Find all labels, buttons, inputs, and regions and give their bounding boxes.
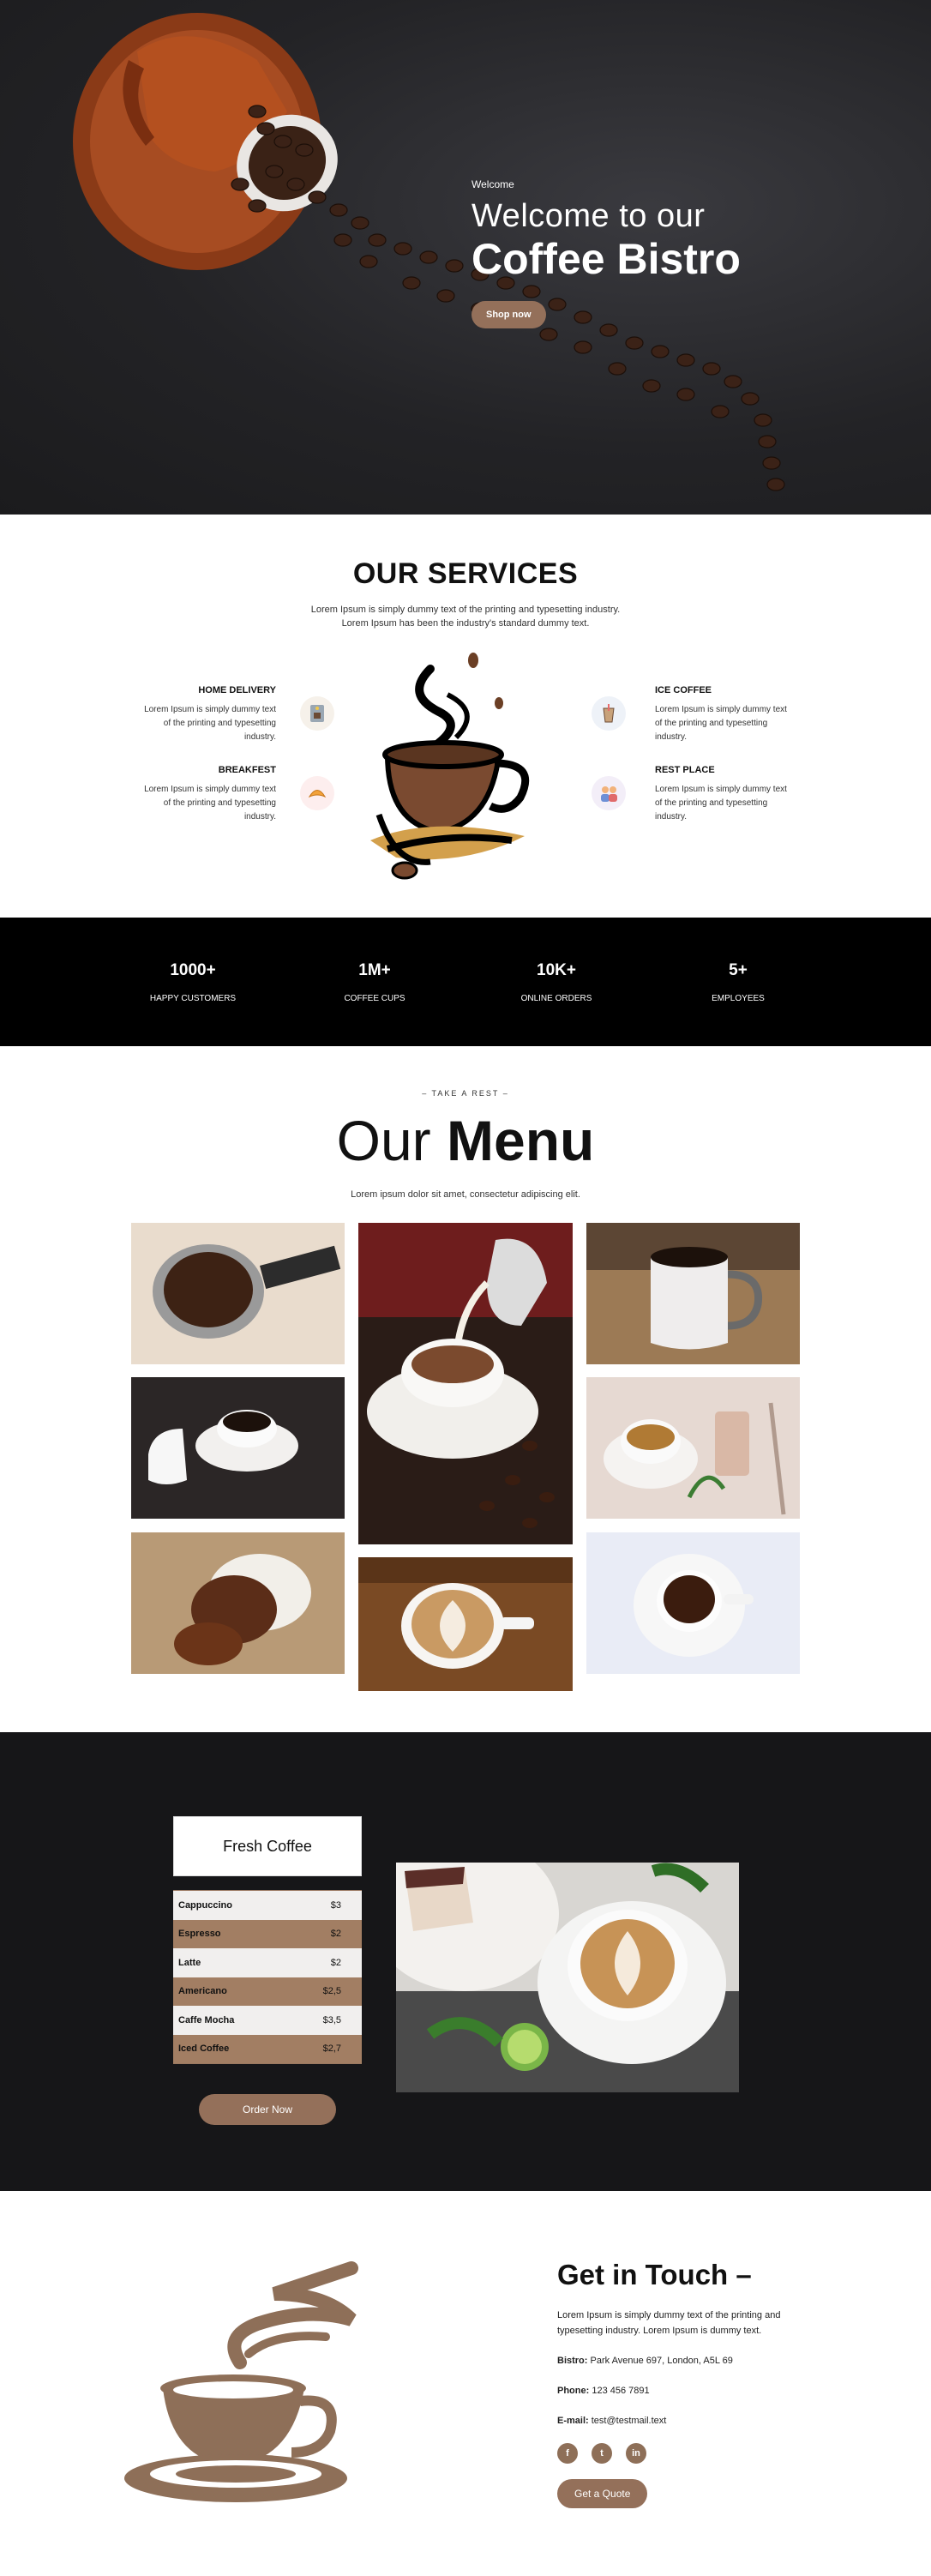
service-home-delivery: HOME DELIVERY Lorem Ipsum is simply dumm…	[139, 683, 276, 744]
contact-info: Get in Touch – Lorem Ipsum is simply dum…	[557, 2259, 814, 2509]
linkedin-icon[interactable]: in	[626, 2443, 646, 2465]
menu-photo-latte-art[interactable]	[358, 1557, 573, 1691]
stat-label: COFFEE CUPS	[344, 993, 405, 1003]
menu-photo-milk-cup[interactable]	[131, 1377, 345, 1519]
stat-coffee-cups: 1M+ COFFEE CUPS	[310, 961, 439, 1003]
menu-subtitle: Lorem ipsum dolor sit amet, consectetur …	[351, 1189, 580, 1200]
service-desc: Lorem Ipsum is simply dummy text of the …	[655, 705, 787, 742]
service-breakfast: BREAKFEST Lorem Ipsum is simply dummy te…	[139, 763, 276, 824]
service-title: BREAKFEST	[218, 765, 276, 775]
price-row: Latte $2	[173, 1948, 362, 1977]
services-title: OUR SERVICES	[352, 557, 579, 590]
social-links: f t in	[557, 2443, 814, 2465]
hero-title-bold: Coffee Bistro	[472, 234, 741, 283]
price-row: Espresso $2	[173, 1919, 362, 1948]
menu-title: Our Menu	[336, 1109, 595, 1172]
iced-coffee-icon	[592, 696, 626, 731]
price-row: Cappuccino $3	[173, 1891, 362, 1920]
stat-label: HAPPY CUSTOMERS	[149, 993, 237, 1003]
service-desc: Lorem Ipsum is simply dummy text of the …	[144, 785, 276, 822]
service-ice-coffee: ICE COFFEE Lorem Ipsum is simply dummy t…	[655, 683, 792, 744]
facebook-icon[interactable]: f	[557, 2443, 578, 2465]
menu-photo-pouring-milk[interactable]	[358, 1223, 573, 1544]
contact-email: E-mail: test@testmail.text	[557, 2416, 667, 2427]
service-title: REST PLACE	[655, 765, 715, 775]
price-row: Caffe Mocha $3,5	[173, 2006, 362, 2035]
menu-photo-cup-of-beans[interactable]	[586, 1532, 800, 1674]
stat-number: 1000+	[170, 960, 216, 979]
price-row: Americano $2,5	[173, 1977, 362, 2006]
contact-phone: Phone: 123 456 7891	[557, 2386, 650, 2397]
twitter-icon[interactable]: t	[592, 2443, 612, 2465]
price-list: Cappuccino $3 Espresso $2 Latte $2 Ameri…	[173, 1890, 362, 2064]
service-title: HOME DELIVERY	[198, 685, 276, 695]
menu-photo-mug[interactable]	[586, 1223, 800, 1364]
hero-eyebrow: Welcome	[472, 178, 514, 190]
cappuccino-photo	[396, 1863, 739, 2092]
contact-section: Get in Touch – Lorem Ipsum is simply dum…	[0, 2191, 931, 2567]
service-title: ICE COFFEE	[655, 685, 712, 695]
menu-photo-spilled-beans[interactable]	[131, 1532, 345, 1674]
coffee-cup-illustration	[370, 653, 530, 880]
service-desc: Lorem Ipsum is simply dummy text of the …	[144, 705, 276, 742]
people-icon	[592, 776, 626, 810]
contact-title: Get in Touch –	[557, 2259, 752, 2290]
hero-section: Welcome Welcome to our Coffee Bistro Sho…	[0, 0, 931, 515]
price-row: Iced Coffee $2,7	[173, 2034, 362, 2063]
order-now-button[interactable]: Order Now	[199, 2094, 336, 2125]
shop-now-button[interactable]: Shop now	[472, 301, 546, 329]
services-section: OUR SERVICES Lorem Ipsum is simply dummy…	[0, 515, 931, 918]
service-desc: Lorem Ipsum is simply dummy text of the …	[655, 785, 787, 822]
stat-number: 5+	[729, 960, 748, 979]
price-card-heading: Fresh Coffee	[173, 1816, 362, 1876]
stat-label: ONLINE ORDERS	[520, 993, 592, 1003]
contact-intro: Lorem Ipsum is simply dummy text of the …	[557, 2310, 781, 2337]
stat-label: EMPLOYEES	[712, 993, 765, 1003]
menu-photo-coffee-and-drink[interactable]	[586, 1377, 800, 1519]
coffee-machine-icon	[300, 696, 334, 731]
services-subtitle: Lorem Ipsum is simply dummy text of the …	[310, 605, 621, 629]
stats-bar: 1000+ HAPPY CUSTOMERS 1M+ COFFEE CUPS 10…	[0, 918, 931, 1046]
menu-section: – TAKE A REST – Our Menu Lorem ipsum dol…	[0, 1046, 931, 1732]
contact-address: Bistro: Park Avenue 697, London, A5L 69	[557, 2356, 733, 2367]
menu-eyebrow: – TAKE A REST –	[422, 1089, 509, 1098]
coffee-cup-drawing	[124, 2261, 358, 2502]
hero-title-light: Welcome to our	[472, 198, 706, 234]
service-rest-place: REST PLACE Lorem Ipsum is simply dummy t…	[655, 763, 792, 824]
hero-copy: Welcome Welcome to our Coffee Bistro Sho…	[472, 178, 741, 329]
stat-happy-customers: 1000+ HAPPY CUSTOMERS	[129, 961, 257, 1003]
stat-online-orders: 10K+ ONLINE ORDERS	[492, 961, 621, 1003]
menu-photo-espresso-grounds[interactable]	[131, 1223, 345, 1364]
get-a-quote-button[interactable]: Get a Quote	[557, 2479, 648, 2509]
stat-number: 1M+	[358, 960, 391, 979]
price-card: Fresh Coffee Cappuccino $3 Espresso $2 L…	[173, 1816, 362, 2064]
stat-employees: 5+ EMPLOYEES	[674, 961, 802, 1003]
stat-number: 10K+	[537, 960, 576, 979]
croissant-icon	[300, 776, 334, 810]
fresh-coffee-section: Fresh Coffee Cappuccino $3 Espresso $2 L…	[0, 1732, 931, 2191]
hero-coffee-image	[73, 13, 785, 491]
